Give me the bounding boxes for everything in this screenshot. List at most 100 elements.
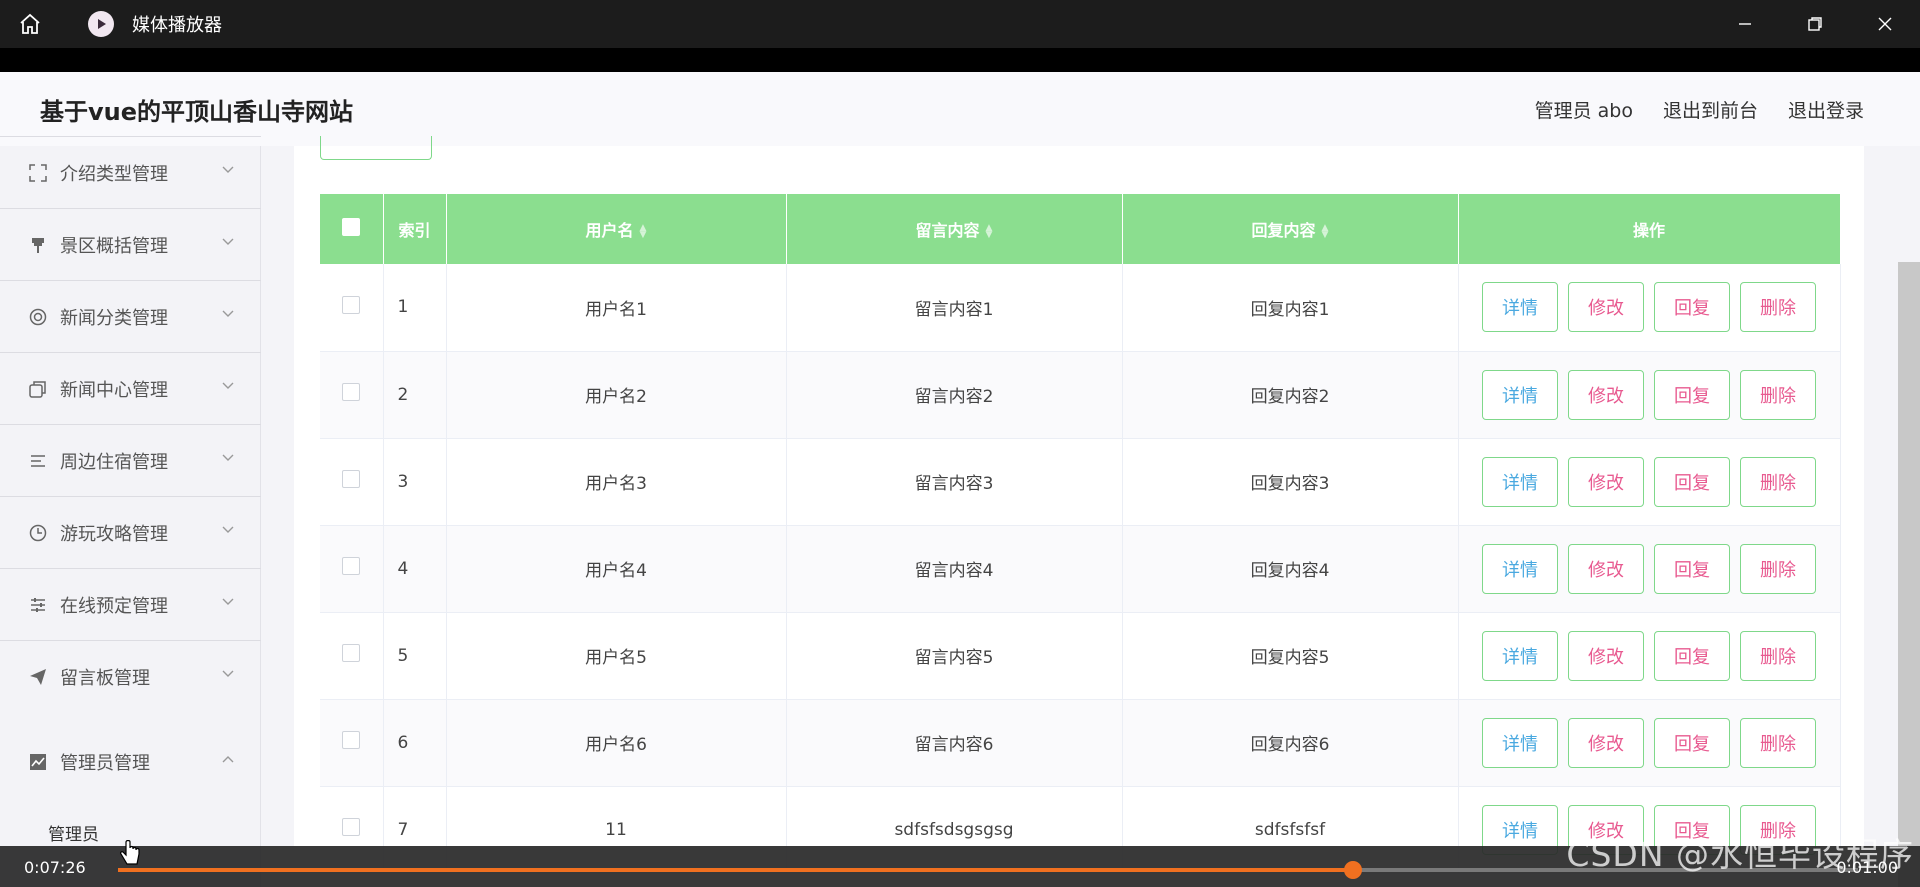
detail-button[interactable]: 详情 [1482,456,1558,507]
delete-button[interactable]: 删除 [1740,543,1816,594]
sidebar-item-lodging[interactable]: 周边住宿管理 [0,424,261,496]
seek-handle[interactable] [1344,861,1363,879]
sidebar-item-news-center[interactable]: 新闻中心管理 [0,352,261,424]
header-message[interactable]: 留言内容 ▲ ▼ [786,194,1123,264]
detail-button[interactable]: 详情 [1482,282,1558,333]
sidebar-item-label: 留言板管理 [60,667,150,689]
player-titlebar: 媒体播放器 [0,0,1920,48]
list-icon [26,449,50,473]
row-username: 用户名4 [446,525,787,613]
delete-button[interactable]: 删除 [1740,717,1816,768]
row-reply: 回复内容6 [1122,699,1459,787]
edit-button[interactable]: 修改 [1568,717,1644,768]
sliders-icon [26,593,50,617]
sidebar-item-intro-type[interactable]: 介绍类型管理 [0,136,261,208]
detail-button[interactable]: 详情 [1482,543,1558,594]
edit-button[interactable]: 修改 [1568,282,1644,333]
sidebar-item-admin[interactable]: 管理员管理 [0,726,261,798]
main-content: 索引 用户名 ▲ ▼ 留言内容 ▲ ▼ 回复内容 ▲ ▼ 操作 1 用户名1 留言内容1 回… [294,136,1864,887]
delete-button[interactable]: 删除 [1740,630,1816,681]
row-reply: 回复内容1 [1122,264,1459,352]
chevron-down-icon [222,598,234,605]
detail-button[interactable]: 详情 [1482,630,1558,681]
logout-link[interactable]: 退出登录 [1788,96,1864,123]
reply-button[interactable]: 回复 [1654,456,1730,507]
message-table: 索引 用户名 ▲ ▼ 留言内容 ▲ ▼ 回复内容 ▲ ▼ 操作 1 用户名1 留言内容1 回… [320,194,1841,874]
reply-button[interactable]: 回复 [1654,717,1730,768]
chevron-up-icon [222,756,234,763]
reply-button[interactable]: 回复 [1654,369,1730,420]
minimize-button[interactable] [1710,0,1780,48]
detail-button[interactable]: 详情 [1482,717,1558,768]
row-checkbox[interactable] [342,557,361,575]
close-button[interactable] [1850,0,1920,48]
row-checkbox[interactable] [342,818,361,836]
table-row: 4 用户名4 留言内容4 回复内容4 详情 修改 回复 删除 [320,525,1841,613]
reply-button[interactable]: 回复 [1654,282,1730,333]
sidebar-item-online-booking[interactable]: 在线预定管理 [0,568,261,640]
row-username: 用户名2 [446,351,787,439]
restore-button[interactable] [1780,0,1850,48]
reply-button[interactable]: 回复 [1654,543,1730,594]
row-checkbox[interactable] [342,470,361,488]
header-username[interactable]: 用户名 ▲ ▼ [446,194,787,264]
delete-button[interactable]: 删除 [1740,369,1816,420]
edit-button[interactable]: 修改 [1568,456,1644,507]
home-button[interactable] [0,0,60,48]
reply-button[interactable]: 回复 [1654,630,1730,681]
sort-icon: ▲ ▼ [639,222,647,240]
row-index: 2 [383,351,447,439]
detail-button[interactable]: 详情 [1482,369,1558,420]
chart-icon [26,750,50,774]
chevron-down-icon [222,526,234,533]
row-message: 留言内容3 [786,438,1123,526]
row-reply: 回复内容2 [1122,351,1459,439]
chevron-down-icon [222,670,234,677]
sidebar-item-scenic-overview[interactable]: 景区概括管理 [0,208,261,280]
row-message: 留言内容6 [786,699,1123,787]
header-index: 索引 [383,194,447,264]
table-row: 3 用户名3 留言内容3 回复内容3 详情 修改 回复 删除 [320,438,1841,526]
header-reply[interactable]: 回复内容 ▲ ▼ [1122,194,1459,264]
chevron-down-icon [222,382,234,389]
edit-button[interactable]: 修改 [1568,369,1644,420]
sidebar-item-news-category[interactable]: 新闻分类管理 [0,280,261,352]
current-time: 0:07:26 [24,858,86,877]
row-reply: 回复内容3 [1122,438,1459,526]
row-checkbox[interactable] [342,644,361,662]
minimize-icon [1739,23,1751,25]
select-all-checkbox[interactable] [342,218,361,236]
edit-button[interactable]: 修改 [1568,543,1644,594]
row-index: 5 [383,612,447,700]
paper-plane-icon [26,665,50,689]
exit-to-front-link[interactable]: 退出到前台 [1663,96,1758,123]
row-checkbox[interactable] [342,295,361,314]
csdn-watermark: CSDN @水恒毕设程序 [1566,835,1914,874]
home-icon [20,13,40,34]
delete-button[interactable]: 删除 [1740,282,1816,333]
row-checkbox[interactable] [342,731,361,749]
row-message: 留言内容5 [786,612,1123,700]
row-index: 1 [383,264,447,352]
sidebar-item-label: 管理员管理 [60,753,150,774]
row-message: 留言内容4 [786,525,1123,613]
clock-icon [26,521,50,545]
header-actions: 操作 [1458,194,1841,264]
row-checkbox[interactable] [342,383,361,401]
edit-button[interactable]: 修改 [1568,630,1644,681]
page-scrollbar[interactable] [1898,262,1920,887]
chevron-down-icon [222,310,234,317]
chevron-down-icon [222,166,234,173]
pin-icon [26,233,50,257]
row-index: 4 [383,525,447,613]
row-message: 留言内容2 [786,351,1123,439]
toolbar-button-partial[interactable] [320,136,432,160]
sidebar-item-travel-guide[interactable]: 游玩攻略管理 [0,496,261,568]
sidebar-item-label: 在线预定管理 [60,595,168,617]
sidebar-item-label: 新闻中心管理 [60,379,168,401]
sidebar-item-message-board[interactable]: 留言板管理 [0,640,261,712]
site-title: 基于vue的平顶山香山寺网站 [40,97,354,126]
hand-cursor-icon [120,840,140,865]
row-username: 用户名5 [446,612,787,700]
delete-button[interactable]: 删除 [1740,456,1816,507]
